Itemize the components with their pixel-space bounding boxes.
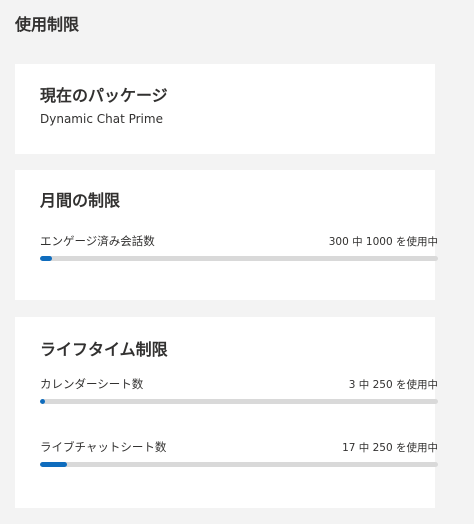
usage-row-engaged-conversations: エンゲージ済み会話数 300 中 1000 を使用中 bbox=[40, 233, 438, 273]
progress-bar-track bbox=[40, 399, 438, 404]
package-name: Dynamic Chat Prime bbox=[40, 112, 163, 126]
progress-bar-fill bbox=[40, 399, 45, 404]
usage-count: 17 中 250 を使用中 bbox=[342, 442, 438, 454]
lifetime-limits-title: ライフタイム制限 bbox=[40, 340, 168, 359]
progress-bar-fill bbox=[40, 256, 52, 261]
progress-bar-fill bbox=[40, 462, 68, 467]
page-title: 使用制限 bbox=[15, 15, 80, 34]
lifetime-limits-card: ライフタイム制限 カレンダーシート数 3 中 250 を使用中 ライブチャットシ… bbox=[15, 317, 438, 508]
usage-row-livechat-seats: ライブチャットシート数 17 中 250 を使用中 bbox=[40, 439, 438, 479]
progress-bar-track bbox=[40, 462, 438, 467]
current-package-title: 現在のパッケージ bbox=[40, 86, 168, 105]
monthly-limits-card: 月間の制限 エンゲージ済み会話数 300 中 1000 を使用中 bbox=[15, 170, 438, 300]
usage-label: カレンダーシート数 bbox=[40, 377, 144, 391]
usage-row-calendar-seats: カレンダーシート数 3 中 250 を使用中 bbox=[40, 376, 438, 416]
current-package-card: 現在のパッケージ Dynamic Chat Prime bbox=[15, 64, 435, 154]
monthly-limits-title: 月間の制限 bbox=[40, 191, 121, 210]
usage-count: 300 中 1000 を使用中 bbox=[328, 236, 438, 248]
progress-bar-track bbox=[40, 256, 438, 261]
usage-count: 3 中 250 を使用中 bbox=[348, 379, 438, 391]
usage-label: ライブチャットシート数 bbox=[40, 440, 167, 454]
usage-label: エンゲージ済み会話数 bbox=[40, 234, 155, 248]
